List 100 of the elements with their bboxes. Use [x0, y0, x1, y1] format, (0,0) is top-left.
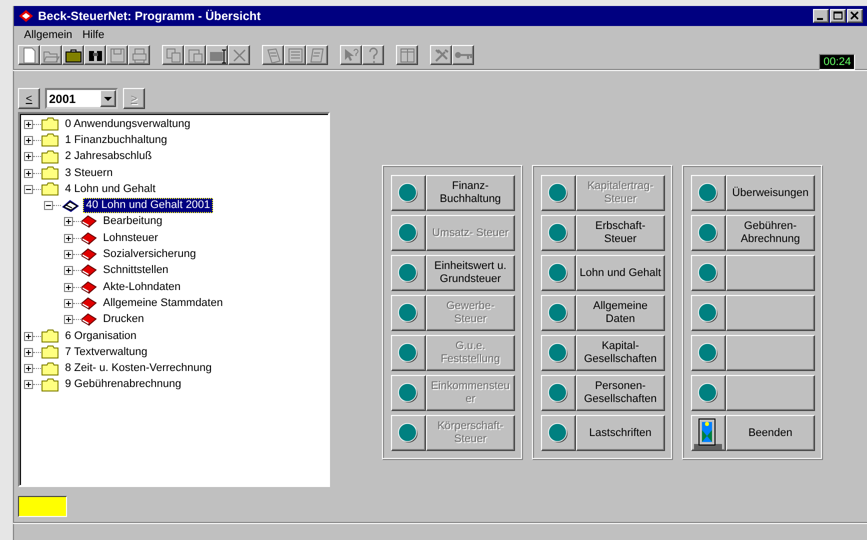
tree-item[interactable]: 0 Anwendungsverwaltung	[62, 116, 194, 132]
module-button[interactable]: Allgemeine Daten	[576, 295, 665, 331]
book-icon	[81, 264, 97, 278]
indicator-button[interactable]	[691, 375, 726, 411]
expand-icon[interactable]	[24, 332, 33, 340]
tree-item[interactable]: 6 Organisation	[62, 328, 140, 344]
tree-item[interactable]: Lohnsteuer	[100, 230, 162, 246]
tree-item[interactable]: 8 Zeit- u. Kosten-Verrechnung	[62, 361, 215, 376]
tree-item[interactable]: 3 Steuern	[62, 166, 116, 181]
indicator-light-icon	[547, 422, 570, 444]
copy-button[interactable]	[162, 45, 184, 65]
indicator-button[interactable]	[391, 215, 426, 251]
expand-icon[interactable]	[24, 152, 33, 162]
context-help-button[interactable]	[340, 45, 362, 65]
indicator-button[interactable]	[691, 255, 726, 291]
expand-icon[interactable]	[64, 315, 73, 324]
save-button[interactable]	[106, 45, 128, 65]
indicator-button[interactable]	[691, 175, 726, 211]
indicator-button[interactable]	[691, 215, 726, 251]
module-button[interactable]: Überweisungen	[726, 175, 815, 211]
tree-item[interactable]: 4 Lohn und Gehalt	[62, 182, 159, 197]
indicator-button[interactable]	[541, 255, 576, 291]
book-icon	[81, 313, 97, 326]
key-button[interactable]	[452, 45, 474, 65]
expand-icon[interactable]	[24, 120, 33, 129]
previous-year-button[interactable]: <	[18, 88, 40, 109]
indicator-button[interactable]	[391, 255, 426, 291]
paste-button[interactable]	[184, 45, 206, 65]
minimize-button[interactable]	[813, 9, 829, 23]
indicator-button[interactable]	[391, 415, 426, 451]
module-button[interactable]: Einheitswert u. Grundsteuer	[426, 255, 515, 291]
expand-icon[interactable]	[64, 250, 73, 260]
text-field-button[interactable]	[206, 45, 228, 65]
tree-item[interactable]: 1 Finanzbuchhaltung	[62, 132, 170, 148]
notepad-button[interactable]	[306, 45, 328, 65]
expand-icon[interactable]	[24, 348, 33, 357]
columns-icon	[398, 46, 416, 64]
indicator-button[interactable]	[691, 335, 726, 371]
expand-icon[interactable]	[64, 298, 73, 308]
expand-icon[interactable]	[64, 266, 73, 276]
note-button[interactable]	[262, 45, 284, 65]
indicator-button[interactable]	[541, 295, 576, 331]
binoculars-button[interactable]	[84, 45, 106, 65]
expand-icon[interactable]	[24, 364, 33, 374]
collapse-icon[interactable]	[24, 184, 33, 194]
indicator-button[interactable]	[541, 335, 576, 371]
year-dropdown[interactable]: 2001	[45, 88, 118, 109]
open-folder-button[interactable]	[40, 45, 62, 65]
columns-button[interactable]	[396, 45, 418, 65]
briefcase-button[interactable]	[62, 45, 84, 65]
close-icon[interactable]	[847, 9, 863, 23]
indicator-button[interactable]	[541, 375, 576, 411]
tree-item[interactable]: Akte-Lohndaten	[100, 280, 184, 295]
book-icon	[81, 248, 97, 262]
expand-icon[interactable]	[64, 234, 73, 243]
expand-icon[interactable]	[24, 168, 33, 178]
new-document-button[interactable]	[18, 45, 40, 65]
indicator-button[interactable]	[541, 215, 576, 251]
indicator-button[interactable]	[541, 175, 576, 211]
module-button[interactable]: Finanz- Buchhaltung	[426, 175, 515, 211]
collapse-icon[interactable]	[44, 201, 53, 210]
tree-item[interactable]: Schnittstellen	[100, 263, 172, 278]
folder-icon	[41, 133, 59, 148]
module-button[interactable]: Beenden	[726, 415, 815, 451]
indicator-light-icon	[547, 342, 570, 364]
help-button[interactable]	[362, 45, 384, 65]
tree-item[interactable]: Bearbeitung	[100, 214, 166, 230]
menu-item[interactable]: Allgemein	[19, 28, 78, 40]
delete-button[interactable]	[228, 45, 250, 65]
list-button[interactable]	[284, 45, 306, 65]
expand-icon[interactable]	[24, 380, 33, 390]
menu-item[interactable]: Hilfe	[77, 28, 110, 40]
tree-item[interactable]: 7 Textverwaltung	[62, 344, 150, 360]
indicator-button[interactable]	[691, 295, 726, 331]
module-button[interactable]: Erbschaft- Steuer	[576, 215, 665, 251]
tree-item[interactable]: 9 Gebührenabrechnung	[62, 377, 184, 392]
expand-icon[interactable]	[64, 282, 73, 292]
tree-item[interactable]: 40 Lohn und Gehalt 2001	[83, 198, 214, 214]
indicator-button[interactable]	[391, 175, 426, 211]
module-button[interactable]: Personen- Gesellschaften	[576, 375, 665, 411]
indicator-button[interactable]	[391, 335, 426, 371]
print-button[interactable]	[128, 45, 150, 65]
maximize-button[interactable]	[830, 9, 846, 23]
indicator-button[interactable]	[391, 375, 426, 411]
expand-icon[interactable]	[64, 217, 73, 226]
tree-item[interactable]: 2 Jahresabschluß	[62, 149, 155, 164]
module-button[interactable]: Gebühren- Abrechnung	[726, 215, 815, 251]
indicator-button[interactable]	[391, 295, 426, 331]
exit-button[interactable]	[691, 415, 726, 451]
tree-item[interactable]: Sozialversicherung	[100, 247, 199, 262]
indicator-button[interactable]	[541, 415, 576, 451]
expand-icon[interactable]	[24, 136, 33, 145]
tree-item[interactable]: Drucken	[100, 312, 147, 328]
print-icon	[130, 46, 148, 64]
module-button[interactable]: Kapital- Gesellschaften	[576, 335, 665, 371]
module-button[interactable]: Lohn und Gehalt	[576, 255, 665, 291]
module-button[interactable]: Lastschriften	[576, 415, 665, 451]
tools-button[interactable]	[430, 45, 452, 65]
status-indicator	[18, 496, 67, 517]
tree-item[interactable]: Allgemeine Stammdaten	[100, 296, 226, 311]
